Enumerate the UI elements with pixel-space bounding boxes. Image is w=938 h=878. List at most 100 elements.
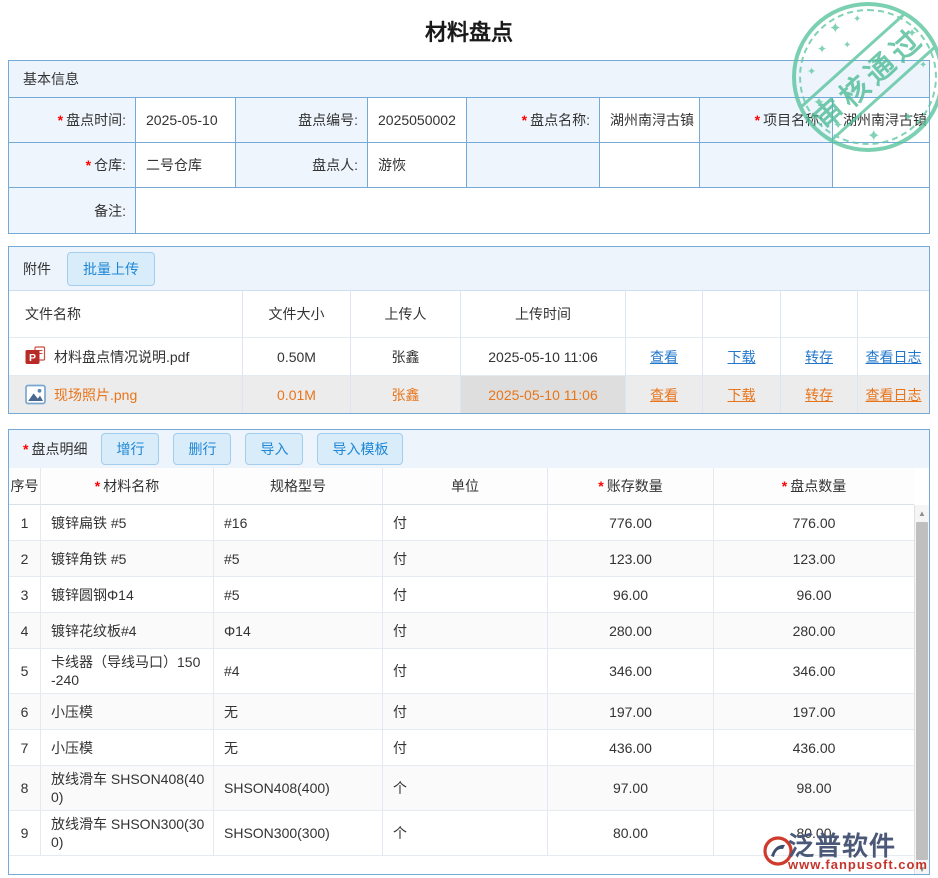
batch-upload-button[interactable]: 批量上传 [67, 252, 155, 286]
cell-spec-model[interactable]: 无 [214, 730, 383, 766]
file-name-cell: P材料盘点情况说明.pdf [9, 337, 243, 375]
cell-book-qty[interactable]: 346.00 [548, 649, 714, 694]
cell-book-qty[interactable]: 280.00 [548, 613, 714, 649]
cell-book-qty[interactable]: 197.00 [548, 694, 714, 730]
detail-row[interactable]: 3镀锌圆钢Φ14#5付96.0096.00 [9, 577, 914, 613]
cell-unit[interactable]: 个 [383, 811, 548, 856]
col-spec-model: 规格型号 [214, 468, 383, 505]
detail-row[interactable]: 6小压模无付197.00197.00 [9, 694, 914, 730]
scroll-up-icon[interactable]: ▲ [915, 505, 929, 521]
col-book-qty: *账存数量 [548, 468, 714, 505]
cell-book-qty[interactable]: 776.00 [548, 505, 714, 541]
scrollbar-thumb[interactable] [916, 522, 928, 860]
inventory-name-label: *盘点名称: [467, 98, 600, 143]
details-table-header: 序号 *材料名称 规格型号 单位 *账存数量 *盘点数量 [9, 468, 914, 505]
cell-material-name[interactable]: 小压模 [41, 694, 214, 730]
attachment-row[interactable]: 现场照片.png0.01M张鑫2025-05-10 11:06查看下载转存查看日… [9, 375, 929, 413]
detail-row[interactable]: 8放线滑车 SHSON408(400)SHSON408(400)个97.0098… [9, 766, 914, 811]
detail-row[interactable]: 1镀锌扁铁 #5#16付776.00776.00 [9, 505, 914, 541]
scroll-down-icon[interactable]: ▼ [915, 861, 929, 875]
cell-spec-model[interactable]: #5 [214, 577, 383, 613]
file-name[interactable]: 现场照片.png [54, 385, 137, 405]
cell-material-name[interactable]: 镀锌扁铁 #5 [41, 505, 214, 541]
detail-row[interactable]: 4镀锌花纹板#4Φ14付280.00280.00 [9, 613, 914, 649]
cell-material-name[interactable]: 小压模 [41, 730, 214, 766]
warehouse-label: *仓库: [9, 143, 136, 188]
cell-unit[interactable]: 付 [383, 694, 548, 730]
inventory-number-value[interactable]: 2025050002 [368, 98, 467, 143]
table-scrollbar[interactable]: ▲ ▼ [914, 505, 929, 875]
file-action-3-link[interactable]: 查看日志 [866, 385, 922, 405]
attachment-row[interactable]: P材料盘点情况说明.pdf0.50M张鑫2025-05-10 11:06查看下载… [9, 337, 929, 375]
details-title: 盘点明细 [31, 439, 87, 459]
inventory-time-value[interactable]: 2025-05-10 [136, 98, 236, 143]
file-size: 0.50M [243, 337, 351, 375]
file-action-0-link[interactable]: 查看 [650, 385, 678, 405]
file-action-2-link[interactable]: 转存 [805, 347, 833, 367]
col-action [781, 290, 858, 337]
cell-book-qty[interactable]: 436.00 [548, 730, 714, 766]
project-name-value[interactable]: 湖州南浔古镇 [833, 98, 929, 143]
cell-unit[interactable]: 付 [383, 649, 548, 694]
cell-material-name[interactable]: 放线滑车 SHSON408(400) [41, 766, 214, 811]
attachment-rows: P材料盘点情况说明.pdf0.50M张鑫2025-05-10 11:06查看下载… [9, 337, 929, 413]
detail-row[interactable]: 5卡线器（导线马口）150-240#4付346.00346.00 [9, 649, 914, 694]
cell-unit[interactable]: 付 [383, 613, 548, 649]
cell-count-qty[interactable]: 98.00 [714, 766, 914, 811]
cell-material-name[interactable]: 镀锌角铁 #5 [41, 541, 214, 577]
cell-unit[interactable]: 个 [383, 766, 548, 811]
warehouse-value[interactable]: 二号仓库 [136, 143, 236, 188]
cell-spec-model[interactable]: #4 [214, 649, 383, 694]
cell-unit[interactable]: 付 [383, 541, 548, 577]
file-uploader: 张鑫 [351, 337, 461, 375]
file-name-cell: 现场照片.png [9, 375, 243, 413]
cell-spec-model[interactable]: #5 [214, 541, 383, 577]
detail-row[interactable]: 9放线滑车 SHSON300(300)SHSON300(300)个80.0080… [9, 811, 914, 856]
cell-material-name[interactable]: 卡线器（导线马口）150-240 [41, 649, 214, 694]
cell-material-name[interactable]: 放线滑车 SHSON300(300) [41, 811, 214, 856]
cell-material-name[interactable]: 镀锌圆钢Φ14 [41, 577, 214, 613]
import-template-button[interactable]: 导入模板 [317, 433, 403, 465]
file-action-3-link[interactable]: 查看日志 [866, 347, 922, 367]
empty-value-cell [833, 143, 929, 188]
cell-count-qty[interactable]: 197.00 [714, 694, 914, 730]
inventory-person-value[interactable]: 游恢 [368, 143, 467, 188]
inventory-name-value[interactable]: 湖州南浔古镇 [600, 98, 700, 143]
cell-count-qty[interactable]: 280.00 [714, 613, 914, 649]
cell-count-qty[interactable]: 123.00 [714, 541, 914, 577]
cell-material-name[interactable]: 镀锌花纹板#4 [41, 613, 214, 649]
cell-book-qty[interactable]: 97.00 [548, 766, 714, 811]
col-uploader: 上传人 [351, 290, 461, 337]
cell-unit[interactable]: 付 [383, 577, 548, 613]
file-action-1-link[interactable]: 下载 [728, 347, 756, 367]
cell-book-qty[interactable]: 96.00 [548, 577, 714, 613]
cell-spec-model[interactable]: SHSON300(300) [214, 811, 383, 856]
remark-label: 备注: [9, 188, 136, 233]
page-title: 材料盘点 [0, 0, 938, 60]
cell-count-qty[interactable]: 776.00 [714, 505, 914, 541]
cell-count-qty[interactable]: 346.00 [714, 649, 914, 694]
cell-unit[interactable]: 付 [383, 505, 548, 541]
cell-spec-model[interactable]: #16 [214, 505, 383, 541]
add-row-button[interactable]: 增行 [101, 433, 159, 465]
cell-spec-model[interactable]: 无 [214, 694, 383, 730]
cell-spec-model[interactable]: Φ14 [214, 613, 383, 649]
file-action-1-link[interactable]: 下载 [728, 385, 756, 405]
inventory-number-label: 盘点编号: [236, 98, 368, 143]
cell-book-qty[interactable]: 123.00 [548, 541, 714, 577]
detail-row[interactable]: 7小压模无付436.00436.00 [9, 730, 914, 766]
file-name[interactable]: 材料盘点情况说明.pdf [54, 347, 189, 367]
cell-count-qty[interactable]: 96.00 [714, 577, 914, 613]
cell-book-qty[interactable]: 80.00 [548, 811, 714, 856]
cell-count-qty[interactable]: 80.00 [714, 811, 914, 856]
file-action-0-link[interactable]: 查看 [650, 347, 678, 367]
cell-seq: 6 [9, 694, 41, 730]
import-button[interactable]: 导入 [245, 433, 303, 465]
cell-count-qty[interactable]: 436.00 [714, 730, 914, 766]
detail-row[interactable]: 2镀锌角铁 #5#5付123.00123.00 [9, 541, 914, 577]
cell-spec-model[interactable]: SHSON408(400) [214, 766, 383, 811]
cell-unit[interactable]: 付 [383, 730, 548, 766]
file-action-2-link[interactable]: 转存 [805, 385, 833, 405]
delete-row-button[interactable]: 删行 [173, 433, 231, 465]
remark-value[interactable] [136, 188, 929, 233]
